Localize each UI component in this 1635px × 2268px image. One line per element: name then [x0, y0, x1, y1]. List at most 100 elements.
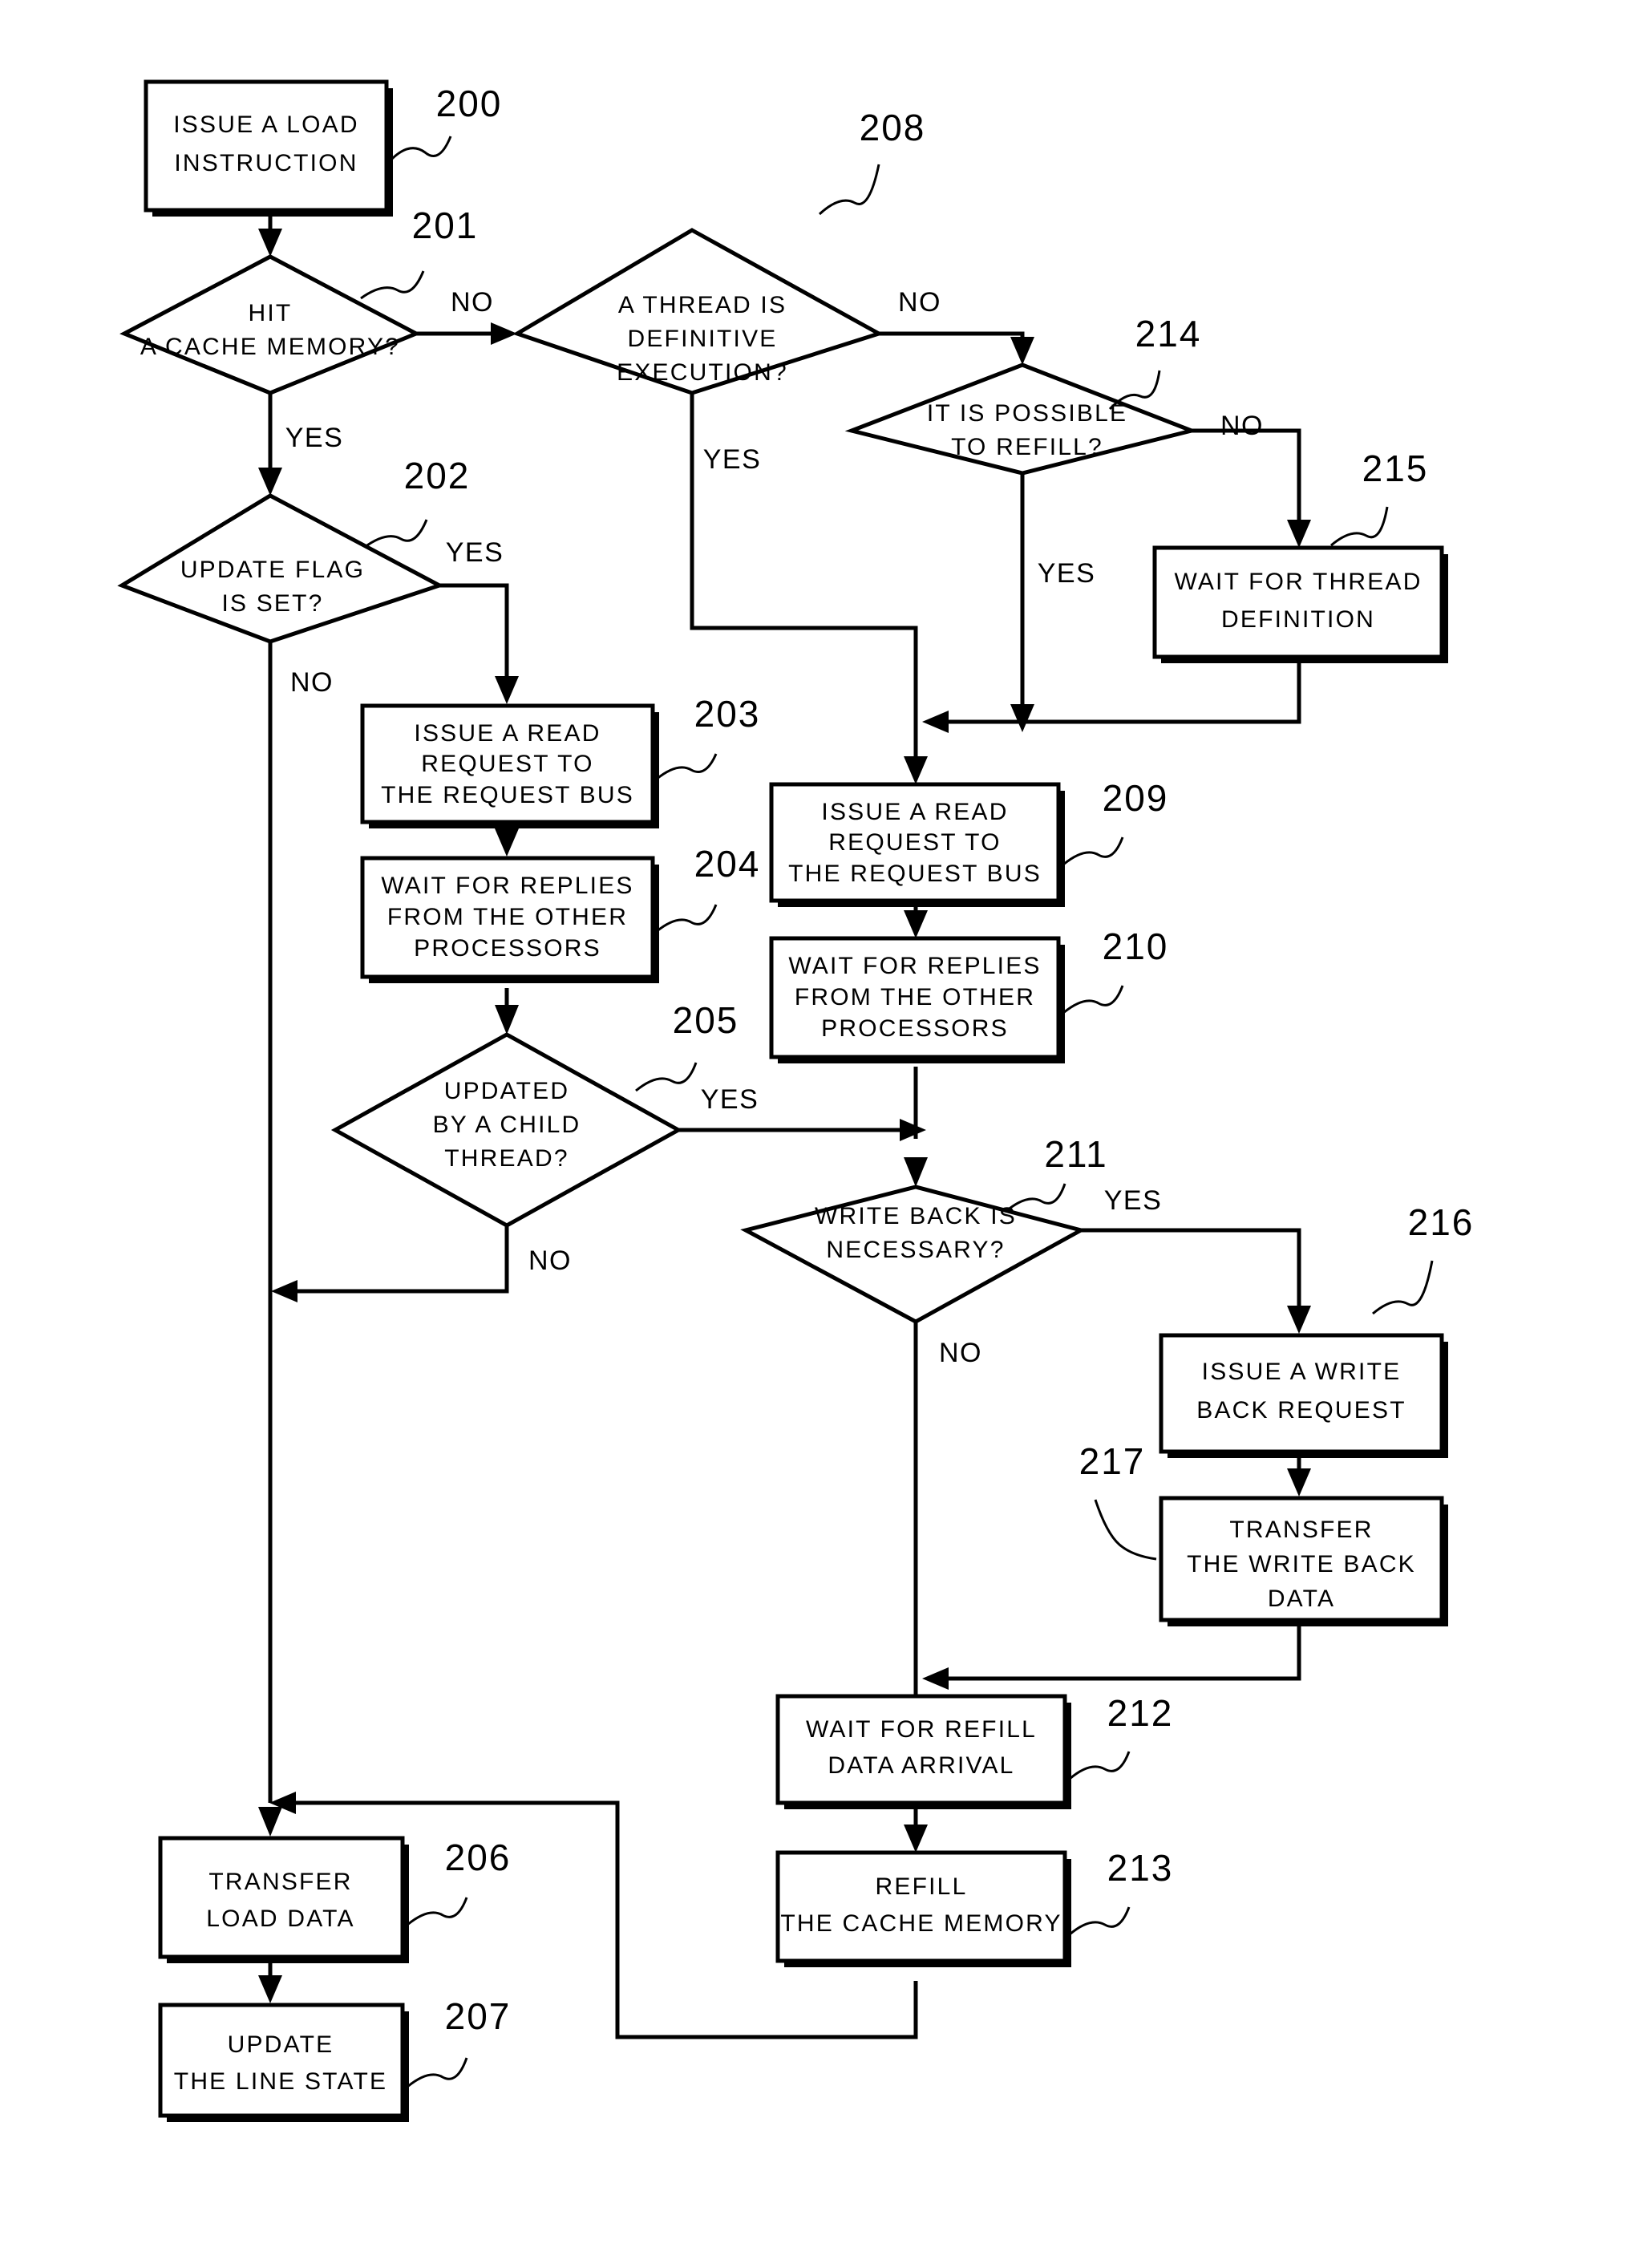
node-213-box	[775, 1850, 1067, 1963]
node-208-line-2: EXECUTION?	[617, 359, 788, 386]
arrow-212-to-213	[904, 1825, 928, 1853]
branch-label-205-no: NO	[528, 1245, 572, 1276]
node-205-line-0: UPDATED	[444, 1078, 570, 1104]
leader-202	[364, 519, 428, 549]
node-211-write-back-is-necessary[interactable]: WRITE BACK IS NECESSARY?	[740, 1185, 1087, 1324]
node-216-line-0: ISSUE A WRITE	[1202, 1359, 1402, 1385]
node-210-line-0: WAIT FOR REPLIES	[788, 953, 1041, 979]
node-209-issue-read-request[interactable]: ISSUE A READ REQUEST TO THE REQUEST BUS	[769, 782, 1065, 907]
node-214-line-1: TO REFILL?	[951, 434, 1103, 460]
edge-202-yes-to-203	[439, 583, 509, 686]
node-209-line-2: THE REQUEST BUS	[788, 861, 1042, 887]
ref-number-201: 201	[412, 205, 479, 246]
ref-number-205: 205	[673, 999, 739, 1041]
node-212-line-1: DATA ARRIVAL	[828, 1752, 1014, 1779]
ref-number-213: 213	[1107, 1847, 1174, 1889]
node-206-box	[158, 1836, 405, 1959]
leader-210	[1062, 985, 1124, 1015]
node-208-thread-is-definitive-execution[interactable]: A THREAD IS DEFINITIVE EXECUTION?	[512, 228, 884, 395]
leader-216	[1372, 1260, 1434, 1315]
arrow-214-yes-down	[1010, 704, 1034, 732]
branch-label-201-yes: YES	[285, 423, 344, 453]
node-207-line-1: THE LINE STATE	[174, 2068, 387, 2095]
node-202-update-flag-is-set[interactable]: UPDATE FLAG IS SET?	[117, 493, 445, 644]
edge-208-no-to-214	[879, 331, 1025, 346]
node-201-line-0: HIT	[249, 300, 293, 326]
leader-207	[407, 2057, 468, 2088]
edge-211-yes-to-216	[1081, 1228, 1301, 1315]
edge-214-no-to-215	[1192, 428, 1301, 529]
node-211-line-1: NECESSARY?	[826, 1237, 1005, 1263]
arrow-200-to-201	[258, 229, 282, 257]
branch-label-205-yes: YES	[701, 1084, 759, 1115]
node-212-wait-for-refill-data-arrival[interactable]: WAIT FOR REFILL DATA ARRIVAL	[775, 1694, 1071, 1809]
leader-209	[1062, 836, 1124, 866]
ref-number-208: 208	[860, 107, 926, 148]
node-203-line-0: ISSUE A READ	[414, 720, 601, 747]
leader-204	[655, 904, 718, 934]
node-217-transfer-write-back-data[interactable]: TRANSFER THE WRITE BACK DATA	[1159, 1496, 1448, 1626]
leader-200	[387, 136, 452, 164]
node-203-line-2: THE REQUEST BUS	[381, 782, 634, 808]
patent-figure-root: ISSUE A LOAD INSTRUCTION HIT A CACHE MEM…	[0, 0, 1635, 2268]
node-206-transfer-load-data[interactable]: TRANSFER LOAD DATA	[158, 1836, 409, 1963]
node-205-updated-by-child-thread[interactable]: UPDATED BY A CHILD THREAD?	[330, 1032, 683, 1228]
branch-label-208-no: NO	[898, 287, 941, 318]
node-211-line-0: WRITE BACK IS	[815, 1203, 1017, 1229]
ref-number-217: 217	[1079, 1440, 1146, 1482]
ref-number-210: 210	[1103, 925, 1169, 967]
arrow-211-yes	[1287, 1306, 1311, 1334]
node-214-line-0: IT IS POSSIBLE	[927, 400, 1127, 427]
edge-217-merge	[940, 1626, 1301, 1681]
node-204-line-2: PROCESSORS	[414, 935, 601, 962]
node-205-line-1: BY A CHILD	[433, 1112, 581, 1138]
node-201-line-1: A CACHE MEMORY?	[140, 334, 400, 360]
node-204-line-1: FROM THE OTHER	[387, 904, 628, 930]
node-216-issue-write-back-request[interactable]: ISSUE A WRITE BACK REQUEST	[1159, 1333, 1448, 1458]
arrow-208-yes	[904, 756, 928, 784]
node-215-line-0: WAIT FOR THREAD	[1174, 569, 1422, 595]
arrow-205-no	[271, 1280, 297, 1302]
branch-label-201-no: NO	[451, 287, 494, 318]
arrow-201-no	[491, 322, 517, 345]
branch-label-202-no: NO	[290, 667, 334, 698]
arrow-208-no	[1010, 337, 1034, 365]
edge-205-no-merge	[287, 1225, 509, 1294]
node-200-line-1: INSTRUCTION	[174, 150, 358, 176]
node-215-line-1: DEFINITION	[1221, 606, 1375, 633]
arrow-209-to-210	[904, 910, 928, 938]
node-201-hit-cache-memory[interactable]: HIT A CACHE MEMORY?	[119, 254, 421, 395]
leader-212	[1069, 1751, 1131, 1780]
node-207-update-line-state[interactable]: UPDATE THE LINE STATE	[158, 2003, 409, 2122]
leader-214	[1108, 370, 1161, 411]
leader-201	[360, 270, 425, 300]
node-210-line-2: PROCESSORS	[821, 1015, 1009, 1042]
node-210-wait-for-replies[interactable]: WAIT FOR REPLIES FROM THE OTHER PROCESSO…	[769, 936, 1065, 1063]
branch-label-208-yes: YES	[703, 444, 762, 475]
leader-217	[1094, 1499, 1157, 1561]
node-207-box	[158, 2003, 405, 2118]
node-207-line-0: UPDATE	[228, 2031, 334, 2058]
ref-number-209: 209	[1103, 777, 1169, 819]
arrow-210-to-211	[904, 1157, 928, 1187]
arrow-201-yes	[258, 468, 282, 496]
arrow-214-no	[1287, 520, 1311, 548]
node-206-line-0: TRANSFER	[208, 1869, 352, 1895]
branch-label-211-yes: YES	[1104, 1185, 1163, 1216]
leader-205	[635, 1062, 698, 1092]
node-215-wait-for-thread-definition[interactable]: WAIT FOR THREAD DEFINITION	[1152, 545, 1448, 663]
node-204-wait-for-replies[interactable]: WAIT FOR REPLIES FROM THE OTHER PROCESSO…	[360, 856, 659, 983]
edge-215-merge	[940, 663, 1301, 724]
ref-number-215: 215	[1362, 448, 1429, 489]
node-203-line-1: REQUEST TO	[421, 751, 593, 777]
node-208-line-0: A THREAD IS	[618, 292, 787, 318]
node-213-refill-the-cache-memory[interactable]: REFILL THE CACHE MEMORY	[775, 1850, 1071, 1967]
node-203-issue-read-request[interactable]: ISSUE A READ REQUEST TO THE REQUEST BUS	[360, 703, 659, 828]
node-200-issue-load-instruction[interactable]: ISSUE A LOAD INSTRUCTION	[144, 79, 393, 217]
node-214-it-is-possible-to-refill[interactable]: IT IS POSSIBLE TO REFILL?	[844, 362, 1199, 476]
ref-number-202: 202	[404, 455, 471, 496]
node-206-line-1: LOAD DATA	[206, 1906, 354, 1932]
node-204-line-0: WAIT FOR REPLIES	[381, 873, 633, 899]
arrow-to-206	[258, 1807, 282, 1837]
branch-label-211-no: NO	[939, 1338, 982, 1368]
